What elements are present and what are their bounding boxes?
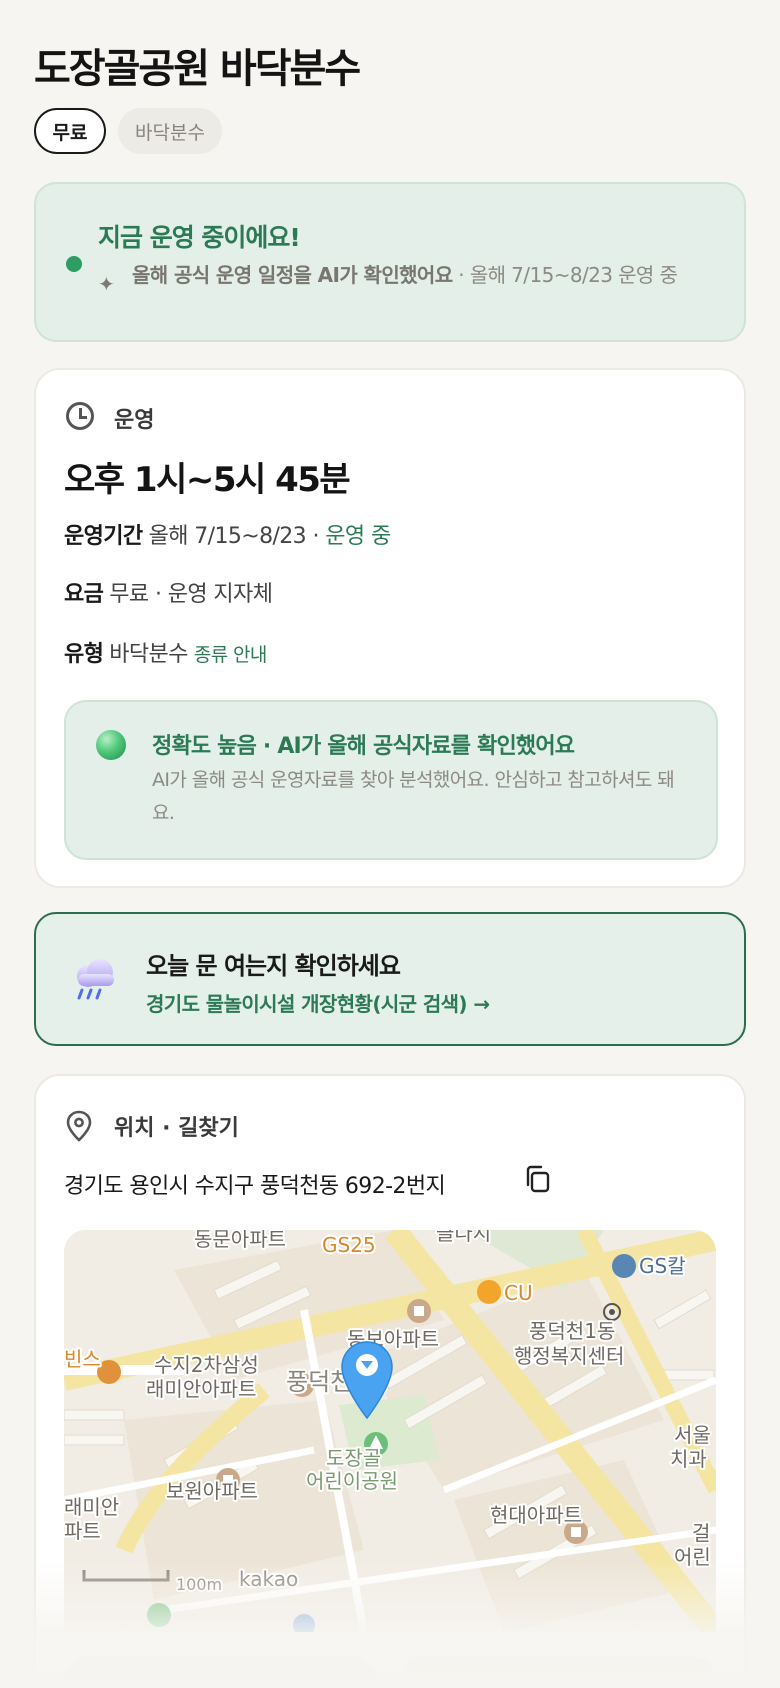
map-label-park-2: 어린이공원 bbox=[306, 1469, 398, 1493]
page: 도장골공원 바닥분수 무료 바닥분수 지금 운영 중이에요! ✦ 올해 공식 운… bbox=[0, 0, 780, 1688]
status-ai-note-rest: · 올해 7/15~8/23 운영 중 bbox=[452, 263, 678, 287]
type-chip: 바닥분수 bbox=[118, 108, 222, 154]
accuracy-orb-icon bbox=[96, 730, 126, 760]
map-label-cafe: 빈스 bbox=[64, 1347, 101, 1371]
map-label-seoul-1: 서울 bbox=[674, 1423, 711, 1447]
price-chip: 무료 bbox=[34, 108, 106, 154]
type-value: 바닥분수 bbox=[109, 642, 188, 667]
map-label-hyundai: 현대아파트 bbox=[490, 1503, 582, 1527]
open-check-card[interactable]: 오늘 문 여는지 확인하세요 경기도 물놀이시설 개장현황(시군 검색) → bbox=[34, 912, 746, 1046]
map-label-raemian-2: 파트 bbox=[64, 1519, 101, 1543]
period-status: 운영 중 bbox=[325, 524, 391, 549]
map-label-top: 클다지 bbox=[436, 1230, 491, 1245]
accuracy-text: AI가 올해 공식 운영자료를 찾아 분석했어요. 안심하고 참고하셔도 돼요. bbox=[152, 769, 675, 824]
address-text: 경기도 용인시 수지구 풍덕천동 692-2번지 bbox=[64, 1174, 446, 1199]
period-key: 운영기간 bbox=[64, 524, 143, 549]
bottom-fade-overlay bbox=[0, 1560, 780, 1688]
open-status-link[interactable]: 경기도 물놀이시설 개장현황(시군 검색) → bbox=[146, 988, 490, 1017]
copy-icon[interactable] bbox=[522, 1164, 552, 1194]
type-key: 유형 bbox=[64, 642, 104, 667]
status-ai-note-bold: 올해 공식 운영 일정을 AI가 확인했어요 bbox=[132, 263, 453, 287]
status-title: 지금 운영 중이에요! bbox=[98, 223, 301, 252]
period-row: 운영기간 올해 7/15~8/23 · 운영 중 bbox=[64, 518, 391, 550]
map-label-park-1: 도장골 bbox=[326, 1446, 381, 1470]
map-label-dongmun: 동문아파트 bbox=[194, 1230, 286, 1251]
fee-row: 요금 무료 · 운영 지자체 bbox=[64, 576, 273, 608]
map-label-gs-station: GS칼 bbox=[639, 1254, 686, 1278]
type-guide-link[interactable]: 종류 안내 bbox=[194, 644, 268, 666]
map-label-cu: CU bbox=[504, 1281, 533, 1305]
sparkle-icon: ✦ bbox=[98, 272, 115, 296]
page-title: 도장골공원 바닥분수 bbox=[34, 46, 361, 92]
map-label-center-2: 행정복지센터 bbox=[514, 1344, 624, 1368]
status-dot bbox=[66, 256, 82, 272]
fee-value: 무료 · 운영 지자체 bbox=[109, 582, 273, 607]
map-label-samsung-1: 수지2차삼성 bbox=[154, 1353, 259, 1377]
rain-cloud-icon bbox=[77, 959, 114, 1000]
open-check-title: 오늘 문 여는지 확인하세요 bbox=[146, 952, 401, 980]
clock-icon bbox=[66, 402, 94, 430]
map-label-samsung-2: 래미안아파트 bbox=[146, 1377, 256, 1401]
operating-status-card: 지금 운영 중이에요! ✦ 올해 공식 운영 일정을 AI가 확인했어요 · 올… bbox=[34, 182, 746, 342]
accuracy-title: 정확도 높음 · AI가 올해 공식자료를 확인했어요 bbox=[152, 734, 575, 759]
map-label-seoul-2: 치과 bbox=[670, 1447, 707, 1471]
status-ai-note: 올해 공식 운영 일정을 AI가 확인했어요 · 올해 7/15~8/23 운영… bbox=[132, 260, 732, 290]
location-label: 위치 · 길찾기 bbox=[114, 1116, 239, 1141]
map-label-bowon: 보원아파트 bbox=[166, 1479, 258, 1503]
period-value: 올해 7/15~8/23 · bbox=[148, 524, 320, 549]
map-label-center-1: 풍덕천1동 bbox=[529, 1319, 615, 1343]
location-pin-icon bbox=[66, 1110, 92, 1142]
operation-card: 운영 오후 1시~5시 45분 운영기간 올해 7/15~8/23 · 운영 중 … bbox=[34, 368, 746, 888]
map-label-right-1: 걸 bbox=[692, 1521, 710, 1545]
accuracy-box: 정확도 높음 · AI가 올해 공식자료를 확인했어요 AI가 올해 공식 운영… bbox=[64, 700, 718, 860]
operation-label: 운영 bbox=[114, 408, 155, 433]
type-row: 유형 바닥분수 종류 안내 bbox=[64, 636, 267, 668]
operation-hours: 오후 1시~5시 45분 bbox=[64, 460, 351, 500]
map-label-raemian-1: 래미안 bbox=[64, 1495, 119, 1519]
map-label-gs25: GS25 bbox=[322, 1233, 376, 1257]
fee-key: 요금 bbox=[64, 582, 104, 607]
